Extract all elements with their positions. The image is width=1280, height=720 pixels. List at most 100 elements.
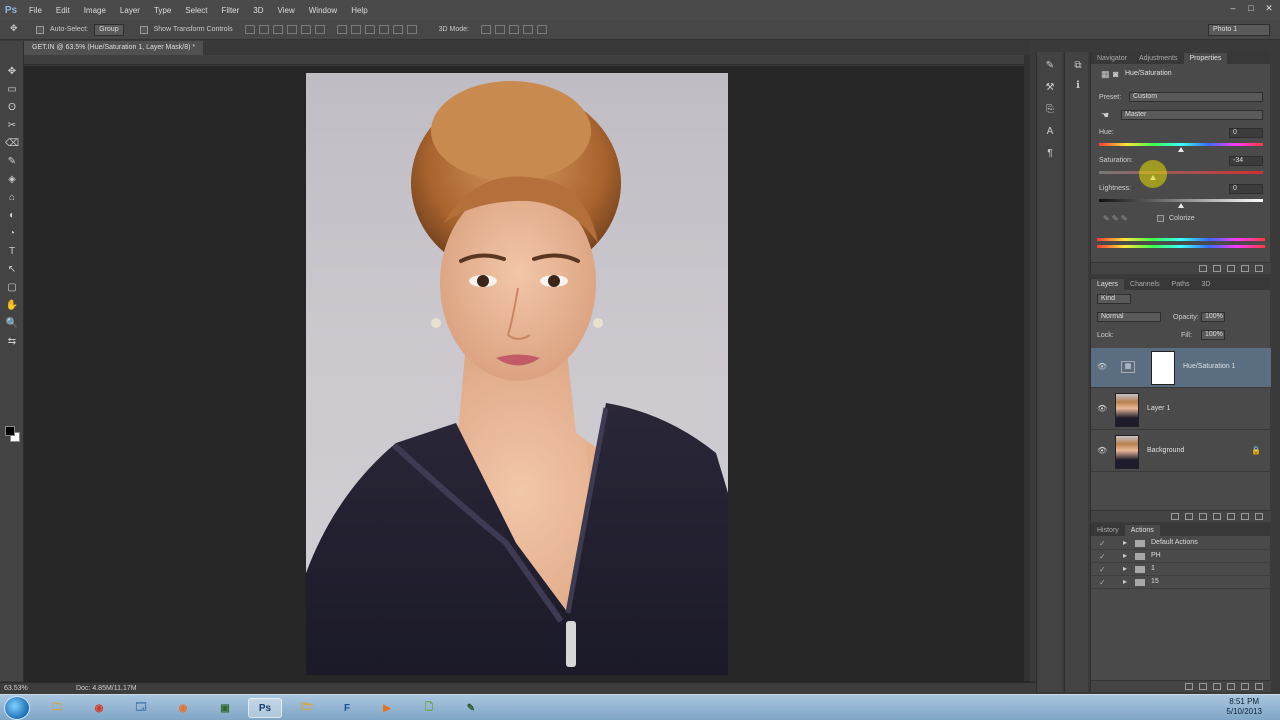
visibility-eye-icon[interactable]: 👁: [1097, 404, 1107, 414]
canvas-vertical-scrollbar[interactable]: [1024, 55, 1030, 681]
reset-icon[interactable]: [1227, 265, 1235, 272]
opacity-field[interactable]: 100%: [1201, 312, 1225, 322]
tab-history[interactable]: History: [1091, 525, 1125, 536]
delete-action-icon[interactable]: [1255, 683, 1263, 690]
menu-3d[interactable]: 3D: [246, 6, 270, 15]
distribute-middle-icon[interactable]: [350, 25, 361, 34]
menu-select[interactable]: Select: [178, 6, 214, 15]
photoshop-taskbar-icon[interactable]: Ps: [248, 698, 282, 718]
system-clock[interactable]: 8:51 PM 5/10/2013: [1226, 697, 1262, 717]
clip-to-layer-icon[interactable]: [1199, 265, 1207, 272]
menu-image[interactable]: Image: [77, 6, 113, 15]
visibility-eye-icon[interactable]: 👁: [1097, 446, 1107, 456]
visibility-icon[interactable]: [1241, 265, 1249, 272]
app-taskbar-icon[interactable]: ▣: [208, 698, 242, 718]
expand-triangle-icon[interactable]: ▸: [1123, 551, 1127, 560]
document-size[interactable]: Doc: 4.85M/11.17M: [76, 685, 137, 692]
distribute-center-icon[interactable]: [392, 25, 403, 34]
brush-panel-icon[interactable]: ✎: [1043, 60, 1057, 72]
hue-value-field[interactable]: 0: [1229, 128, 1263, 138]
visibility-eye-icon[interactable]: 👁: [1097, 362, 1107, 372]
menu-type[interactable]: Type: [147, 6, 178, 15]
maximize-button[interactable]: □: [1244, 2, 1258, 14]
start-button[interactable]: [4, 696, 30, 720]
layer-thumbnail[interactable]: [1115, 393, 1139, 427]
quick-select-tool[interactable]: ✂: [5, 119, 19, 132]
auto-select-dropdown[interactable]: Group: [94, 23, 124, 36]
lightness-value-field[interactable]: 0: [1229, 184, 1263, 194]
new-group-icon[interactable]: [1227, 513, 1235, 520]
menu-layer[interactable]: Layer: [113, 6, 147, 15]
gradient-tool[interactable]: ◐: [5, 209, 19, 222]
history-panel-icon[interactable]: ⧉: [1071, 60, 1085, 72]
layer-name[interactable]: Hue/Saturation 1: [1183, 363, 1236, 370]
clone-stamp-tool[interactable]: ⌂: [5, 191, 19, 204]
zoom-tool[interactable]: 🔍: [5, 317, 19, 330]
layer-thumbnail[interactable]: [1115, 435, 1139, 469]
character-panel-icon[interactable]: A: [1043, 126, 1057, 138]
blend-mode-dropdown[interactable]: Normal: [1097, 312, 1161, 322]
filter-kind-dropdown[interactable]: Kind: [1097, 294, 1131, 304]
lightness-slider[interactable]: [1099, 199, 1263, 202]
preset-dropdown[interactable]: Custom: [1129, 92, 1263, 102]
firefox-taskbar-icon[interactable]: ◉: [166, 698, 200, 718]
layer-row-layer-1[interactable]: 👁 Layer 1: [1091, 390, 1271, 430]
close-button[interactable]: ✕: [1262, 2, 1276, 14]
distribute-bottom-icon[interactable]: [364, 25, 375, 34]
minimize-button[interactable]: –: [1226, 2, 1240, 14]
link-layers-icon[interactable]: [1171, 513, 1179, 520]
chrome-taskbar-icon[interactable]: ◉: [82, 698, 116, 718]
colorize-checkbox[interactable]: [1157, 215, 1164, 222]
action-set-row[interactable]: ✓ ▸ Default Actions: [1091, 537, 1271, 550]
align-middle-icon[interactable]: [258, 25, 269, 34]
expand-triangle-icon[interactable]: ▸: [1123, 577, 1127, 586]
new-layer-icon[interactable]: [1241, 513, 1249, 520]
expand-triangle-icon[interactable]: ▸: [1123, 538, 1127, 547]
media-player-taskbar-icon[interactable]: ▶: [370, 698, 404, 718]
tab-channels[interactable]: Channels: [1124, 279, 1166, 290]
lightness-slider-thumb[interactable]: [1178, 203, 1184, 208]
clone-source-icon[interactable]: ⎘: [1043, 104, 1057, 116]
notes-taskbar-icon[interactable]: 🗋: [412, 698, 446, 718]
menu-edit[interactable]: Edit: [49, 6, 77, 15]
tab-navigator[interactable]: Navigator: [1091, 53, 1133, 64]
layer-row-background[interactable]: 👁 Background 🔒: [1091, 432, 1271, 472]
paint-taskbar-icon[interactable]: ✎: [454, 698, 488, 718]
3d-rotate-icon[interactable]: [480, 25, 491, 34]
action-toggle-icon[interactable]: ✓: [1099, 539, 1106, 548]
dodge-tool[interactable]: ◔: [5, 227, 19, 240]
fill-field[interactable]: 100%: [1201, 330, 1225, 340]
saturation-value-field[interactable]: -34: [1229, 156, 1263, 166]
saturation-slider[interactable]: [1099, 171, 1263, 174]
layer-style-icon[interactable]: [1185, 513, 1193, 520]
action-set-row[interactable]: ✓ ▸ PH: [1091, 550, 1271, 563]
layer-mask-thumbnail[interactable]: [1151, 351, 1175, 385]
transform-controls-checkbox[interactable]: [139, 25, 148, 34]
tab-adjustments[interactable]: Adjustments: [1133, 53, 1184, 64]
hue-slider-thumb[interactable]: [1178, 147, 1184, 152]
layer-name[interactable]: Layer 1: [1147, 405, 1170, 412]
path-selection-tool[interactable]: ↖: [5, 263, 19, 276]
channel-dropdown[interactable]: Master: [1121, 110, 1263, 120]
info-panel-icon[interactable]: ℹ: [1071, 80, 1085, 92]
align-center-icon[interactable]: [300, 25, 311, 34]
delete-layer-icon[interactable]: [1255, 513, 1263, 520]
tab-properties[interactable]: Properties: [1183, 53, 1228, 64]
type-tool[interactable]: T: [5, 245, 19, 258]
action-toggle-icon[interactable]: ✓: [1099, 552, 1106, 561]
new-set-icon[interactable]: [1227, 683, 1235, 690]
align-right-icon[interactable]: [314, 25, 325, 34]
record-icon[interactable]: [1199, 683, 1207, 690]
new-action-icon[interactable]: [1241, 683, 1249, 690]
document-tab[interactable]: GET.IN @ 63.5% (Hue/Saturation 1, Layer …: [24, 41, 204, 55]
paragraph-panel-icon[interactable]: ¶: [1043, 148, 1057, 160]
portrait-photo[interactable]: [306, 73, 728, 675]
crop-tool[interactable]: ⌫: [5, 137, 19, 150]
delete-adjustment-icon[interactable]: [1255, 265, 1263, 272]
lasso-tool[interactable]: ʘ: [5, 101, 19, 114]
explorer-taskbar-icon[interactable]: 🗀: [40, 698, 74, 718]
eyedropper-tool[interactable]: ✎: [5, 155, 19, 168]
align-top-icon[interactable]: [244, 25, 255, 34]
action-set-row[interactable]: ✓ ▸ 15: [1091, 576, 1271, 589]
3d-scale-icon[interactable]: [536, 25, 547, 34]
